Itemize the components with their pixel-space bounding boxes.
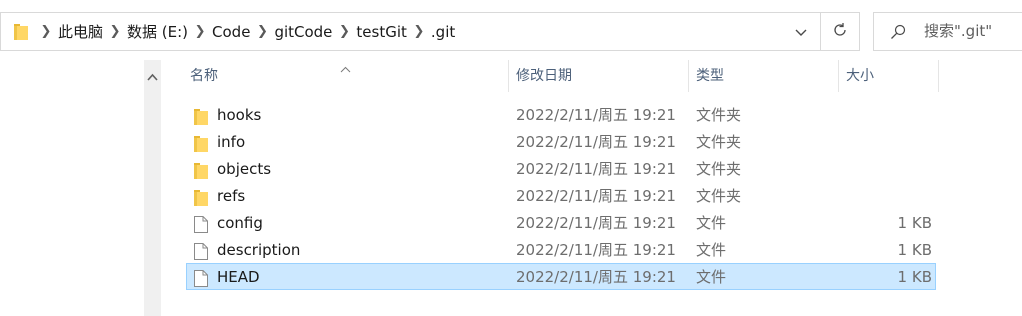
chevron-right-icon[interactable]: ❯ xyxy=(35,24,57,39)
file-row-head[interactable]: HEAD 2022/2/11/周五 19:21 文件 1 KB xyxy=(186,263,936,290)
file-size: 1 KB xyxy=(897,268,932,286)
file-row-objects[interactable]: objects 2022/2/11/周五 19:21 文件夹 xyxy=(186,155,936,182)
chevron-right-icon[interactable]: ❯ xyxy=(333,24,355,39)
folder-icon xyxy=(14,24,28,44)
file-name: refs xyxy=(217,187,246,205)
breadcrumb-item-testgit[interactable]: testGit xyxy=(355,23,407,41)
file-row-description[interactable]: description 2022/2/11/周五 19:21 文件 1 KB xyxy=(186,236,936,263)
column-divider[interactable] xyxy=(688,60,689,92)
file-type: 文件 xyxy=(696,241,727,259)
address-history-button[interactable] xyxy=(781,13,821,50)
file-name: info xyxy=(217,133,246,151)
chevron-right-icon[interactable]: ❯ xyxy=(251,24,273,39)
breadcrumb-item-git[interactable]: .git xyxy=(430,23,456,41)
file-list: hooks 2022/2/11/周五 19:21 文件夹 info 2022/2… xyxy=(186,101,936,290)
breadcrumb: ❯ 此电脑 ❯ 数据 (E:) ❯ Code ❯ gitCode ❯ testG… xyxy=(35,13,456,50)
file-type: 文件 xyxy=(696,268,727,286)
file-size: 1 KB xyxy=(897,214,932,232)
nav-pane-scrollbar[interactable] xyxy=(144,60,161,316)
address-bar[interactable]: ❯ 此电脑 ❯ 数据 (E:) ❯ Code ❯ gitCode ❯ testG… xyxy=(0,12,860,51)
search-icon xyxy=(890,24,906,44)
file-name: description xyxy=(217,241,301,259)
column-header-size[interactable]: 大小 xyxy=(846,60,874,92)
file-type: 文件夹 xyxy=(696,133,742,151)
file-modified: 2022/2/11/周五 19:21 xyxy=(516,241,676,259)
file-name: config xyxy=(217,214,263,232)
file-type: 文件夹 xyxy=(696,187,742,205)
refresh-icon xyxy=(832,22,848,42)
file-name: HEAD xyxy=(217,268,260,286)
column-header-name[interactable]: 名称 xyxy=(190,60,218,92)
column-divider[interactable] xyxy=(508,60,509,92)
file-modified: 2022/2/11/周五 19:21 xyxy=(516,187,676,205)
column-divider[interactable] xyxy=(938,60,939,92)
chevron-right-icon[interactable]: ❯ xyxy=(104,24,126,39)
file-modified: 2022/2/11/周五 19:21 xyxy=(516,160,676,178)
chevron-right-icon[interactable]: ❯ xyxy=(189,24,211,39)
file-name: hooks xyxy=(217,106,262,124)
chevron-down-icon xyxy=(795,23,807,41)
scroll-up-arrow-icon[interactable] xyxy=(147,67,158,85)
file-modified: 2022/2/11/周五 19:21 xyxy=(516,268,676,286)
file-modified: 2022/2/11/周五 19:21 xyxy=(516,214,676,232)
breadcrumb-item-gitcode[interactable]: gitCode xyxy=(273,23,333,41)
file-row-info[interactable]: info 2022/2/11/周五 19:21 文件夹 xyxy=(186,128,936,155)
breadcrumb-item-this-pc[interactable]: 此电脑 xyxy=(57,21,104,42)
search-placeholder: 搜索".git" xyxy=(924,22,993,40)
chevron-right-icon[interactable]: ❯ xyxy=(408,24,430,39)
breadcrumb-item-drive-e[interactable]: 数据 (E:) xyxy=(126,21,189,42)
column-divider[interactable] xyxy=(838,60,839,92)
file-modified: 2022/2/11/周五 19:21 xyxy=(516,133,676,151)
sort-ascending-icon xyxy=(340,59,351,77)
file-modified: 2022/2/11/周五 19:21 xyxy=(516,106,676,124)
file-row-config[interactable]: config 2022/2/11/周五 19:21 文件 1 KB xyxy=(186,209,936,236)
column-header-modified[interactable]: 修改日期 xyxy=(516,60,572,92)
file-icon xyxy=(194,269,208,296)
file-row-hooks[interactable]: hooks 2022/2/11/周五 19:21 文件夹 xyxy=(186,101,936,128)
refresh-button[interactable] xyxy=(820,13,859,50)
file-row-refs[interactable]: refs 2022/2/11/周五 19:21 文件夹 xyxy=(186,182,936,209)
search-input[interactable]: 搜索".git" xyxy=(873,12,1022,51)
file-type: 文件夹 xyxy=(696,106,742,124)
file-explorer-window: ❯ 此电脑 ❯ 数据 (E:) ❯ Code ❯ gitCode ❯ testG… xyxy=(0,0,1022,316)
file-size: 1 KB xyxy=(897,241,932,259)
file-name: objects xyxy=(217,160,272,178)
file-type: 文件 xyxy=(696,214,727,232)
column-header-type[interactable]: 类型 xyxy=(696,60,724,92)
file-type: 文件夹 xyxy=(696,160,742,178)
breadcrumb-item-code[interactable]: Code xyxy=(211,23,251,41)
